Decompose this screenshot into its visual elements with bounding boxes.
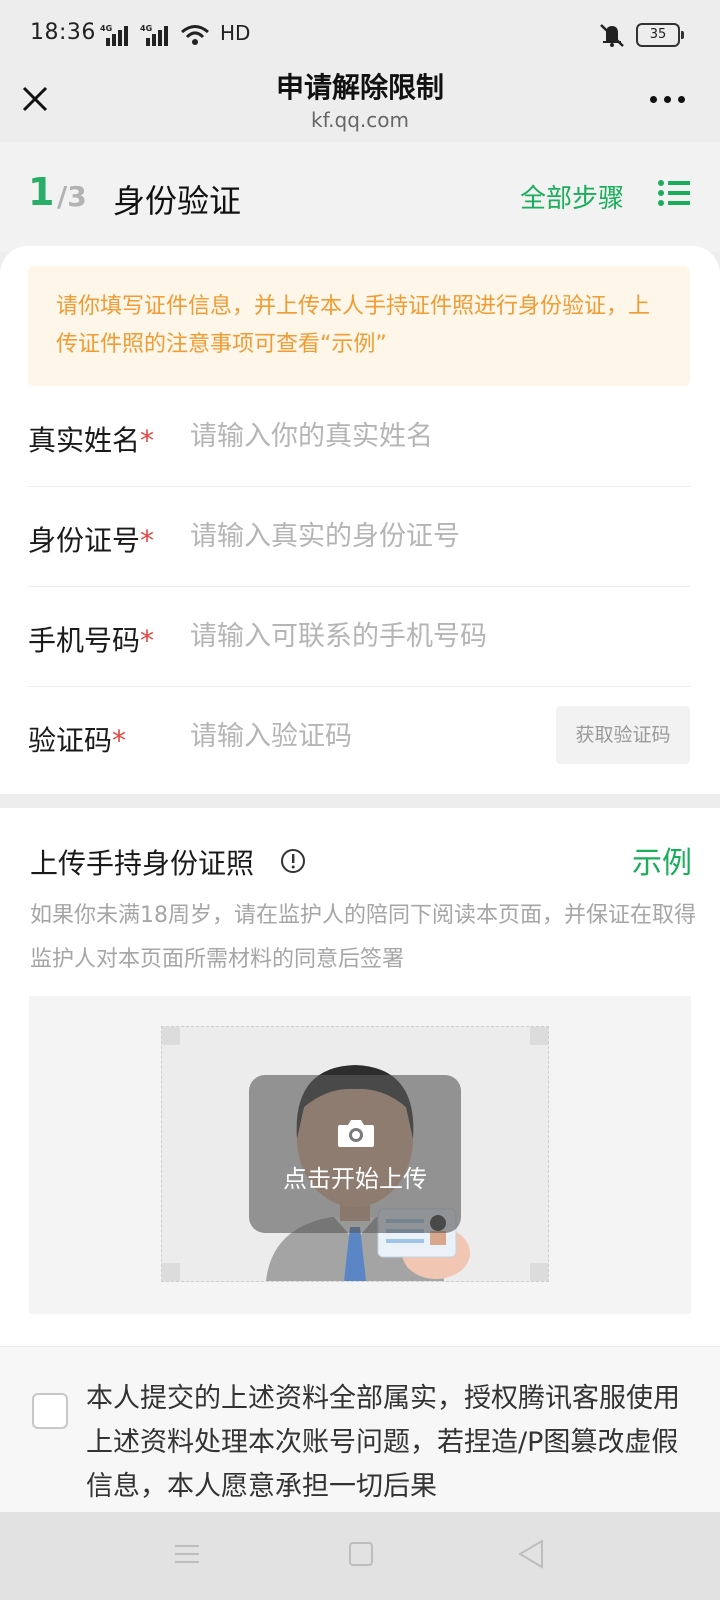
menu-icon[interactable] [174, 1542, 200, 1566]
upload-card: 上传手持身份证照 示例 如果你未满18周岁，请在监护人的陪同下阅读本页面，并保证… [0, 808, 720, 1346]
agreement-text: 本人提交的上述资料全部属实，授权腾讯客服使用上述资料处理本次账号问题，若捏造/P… [86, 1383, 680, 1502]
field-label: 真实姓名 [28, 424, 141, 457]
status-bar: 18:36 4G 4G HD 35 [0, 0, 720, 70]
field-label: 身份证号 [28, 524, 141, 557]
wifi-icon [181, 25, 209, 45]
upload-title: 上传手持身份证照 [30, 847, 255, 880]
get-code-button[interactable]: 获取验证码 [556, 706, 690, 764]
field-label: 验证码 [28, 724, 113, 757]
upload-button-label: 点击开始上传 [283, 1165, 427, 1193]
phone-number-input[interactable] [188, 611, 662, 661]
step-current: 1 [28, 170, 55, 214]
page-domain: kf.qq.com [311, 108, 409, 132]
back-icon[interactable] [516, 1538, 546, 1570]
info-icon[interactable] [280, 848, 306, 874]
id-number-input[interactable] [188, 511, 662, 561]
form-row-code: 验证码* 获取验证码 [28, 686, 690, 786]
agreement-section: 本人提交的上述资料全部属实，授权腾讯客服使用上述资料处理本次账号问题，若捏造/P… [0, 1346, 720, 1513]
status-icons-right: 35 [598, 22, 684, 48]
required-mark: * [112, 724, 127, 757]
field-label: 手机号码 [28, 624, 141, 657]
camera-icon [338, 1120, 374, 1147]
battery-icon: 35 [636, 23, 684, 47]
example-link[interactable]: 示例 [632, 838, 692, 882]
upload-button[interactable]: 点击开始上传 [249, 1075, 461, 1233]
notice-banner: 请你填写证件信息，并上传本人手持证件照进行身份验证，上传证件照的注意事项可查看“… [28, 266, 690, 386]
step-header: 1 /3 身份验证 全部步骤 [0, 142, 720, 252]
step-total: /3 [57, 180, 87, 213]
upload-description: 如果你未满18周岁，请在监护人的陪同下阅读本页面，并保证在取得监护人对本页面所需… [30, 903, 696, 972]
home-icon[interactable] [349, 1542, 373, 1566]
form-row-id: 身份证号* [28, 486, 690, 587]
hd-label: HD [220, 21, 251, 45]
all-steps-link[interactable]: 全部步骤 [520, 178, 624, 215]
notice-text: 请你填写证件信息，并上传本人手持证件照进行身份验证，上传证件照的注意事项可查看“… [56, 294, 651, 357]
agreement-checkbox[interactable] [32, 1393, 68, 1429]
title-bar: 申请解除限制 kf.qq.com [0, 70, 720, 143]
status-time: 18:36 [30, 20, 96, 45]
identity-form-card: 请你填写证件信息，并上传本人手持证件照进行身份验证，上传证件照的注意事项可查看“… [0, 246, 720, 794]
step-title: 身份验证 [113, 182, 242, 220]
form-row-phone: 手机号码* [28, 586, 690, 687]
required-mark: * [140, 424, 155, 457]
verification-code-input[interactable] [188, 711, 512, 761]
form-row-name: 真实姓名* [28, 386, 690, 487]
signal-icon: 4G [140, 24, 170, 46]
signal-icon: 4G [100, 24, 130, 46]
upload-area[interactable]: 点击开始上传 [29, 996, 691, 1314]
list-icon[interactable] [658, 180, 690, 206]
real-name-input[interactable] [188, 411, 662, 461]
mute-bell-icon [600, 24, 624, 47]
required-mark: * [140, 624, 155, 657]
id-photo-frame[interactable]: 点击开始上传 [161, 1026, 549, 1282]
required-mark: * [140, 524, 155, 557]
more-dots-icon[interactable] [650, 92, 690, 106]
status-icons-left: 4G 4G HD [100, 21, 251, 46]
system-nav-bar [0, 1512, 720, 1600]
page-title: 申请解除限制 [275, 71, 444, 104]
